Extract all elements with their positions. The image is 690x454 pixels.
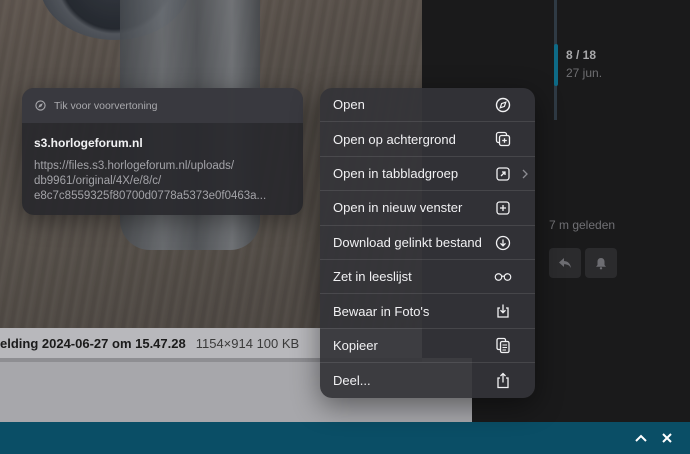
menu-item-label: Bewaar in Foto's: [333, 303, 430, 319]
preview-title: s3.horlogeforum.nl: [34, 136, 143, 150]
caption-title: elding 2024-06-27 om 15.47.28: [0, 335, 186, 351]
menu-item-label: Open: [333, 97, 365, 113]
copy-icon: [494, 337, 512, 355]
menu-item-copy[interactable]: Kopieer: [320, 329, 535, 364]
menu-item-download[interactable]: Download gelinkt bestand: [320, 226, 535, 260]
share-icon: [494, 371, 512, 389]
glasses-icon: [494, 268, 512, 286]
add-tab-icon: [494, 130, 512, 148]
menu-item-open[interactable]: Open: [320, 88, 535, 123]
context-menu: Open Open op achtergrond Open in tabblad…: [320, 88, 535, 398]
menu-item-open-new-window[interactable]: Open in nieuw venster: [320, 191, 535, 226]
scroll-up-button[interactable]: [632, 429, 650, 447]
notification-button[interactable]: [585, 248, 617, 278]
timeline-count: 8 / 18: [566, 48, 597, 62]
post-age: 7 m geleden: [549, 218, 616, 232]
timeline-date: 27 jun.: [566, 66, 603, 80]
compass-icon: [494, 96, 512, 114]
timeline-handle[interactable]: [554, 44, 558, 86]
menu-item-label: Open in tabbladgroep: [333, 165, 459, 181]
close-icon: [662, 433, 672, 443]
menu-item-open-tab-group[interactable]: Open in tabbladgroep: [320, 157, 535, 192]
menu-item-label: Open op achtergrond: [333, 131, 456, 147]
save-photo-icon: [494, 302, 512, 320]
chevron-up-icon: [635, 434, 647, 442]
preview-url: https://files.s3.horlogeforum.nl/uploads…: [34, 159, 291, 204]
menu-item-save-photos[interactable]: Bewaar in Foto's: [320, 294, 535, 329]
preview-header[interactable]: Tik voor voorvertoning: [22, 88, 303, 123]
compass-icon: [35, 100, 46, 111]
reply-icon: [559, 258, 571, 268]
menu-item-share[interactable]: Deel...: [320, 363, 535, 397]
bottom-bar: [0, 422, 690, 454]
caption-meta: 1154×914 100 KB: [195, 335, 300, 351]
menu-item-label: Kopieer: [333, 337, 378, 353]
link-preview-card[interactable]: Tik voor voorvertoning s3.horlogeforum.n…: [22, 88, 303, 215]
preview-url-line: e8c7c8559325f80700d0778a5373e0f0463a...: [34, 190, 267, 202]
download-icon: [494, 234, 512, 252]
menu-item-reading-list[interactable]: Zet in leeslijst: [320, 260, 535, 295]
tab-group-icon: [494, 165, 512, 183]
menu-item-open-background[interactable]: Open op achtergrond: [320, 122, 535, 157]
preview-url-line: https://files.s3.horlogeforum.nl/uploads…: [34, 160, 235, 172]
close-button[interactable]: [658, 429, 676, 447]
preview-url-line: db9961/original/4X/e/8/c/: [34, 175, 162, 187]
menu-item-label: Zet in leeslijst: [333, 269, 412, 285]
reply-button[interactable]: [549, 248, 581, 278]
bell-icon: [596, 257, 606, 269]
chevron-right-icon: [522, 169, 528, 179]
new-window-icon: [494, 199, 512, 217]
menu-item-label: Deel...: [333, 372, 371, 388]
menu-item-label: Download gelinkt bestand: [333, 234, 482, 250]
preview-header-text: Tik voor voorvertoning: [54, 99, 158, 112]
menu-item-label: Open in nieuw venster: [333, 200, 463, 216]
